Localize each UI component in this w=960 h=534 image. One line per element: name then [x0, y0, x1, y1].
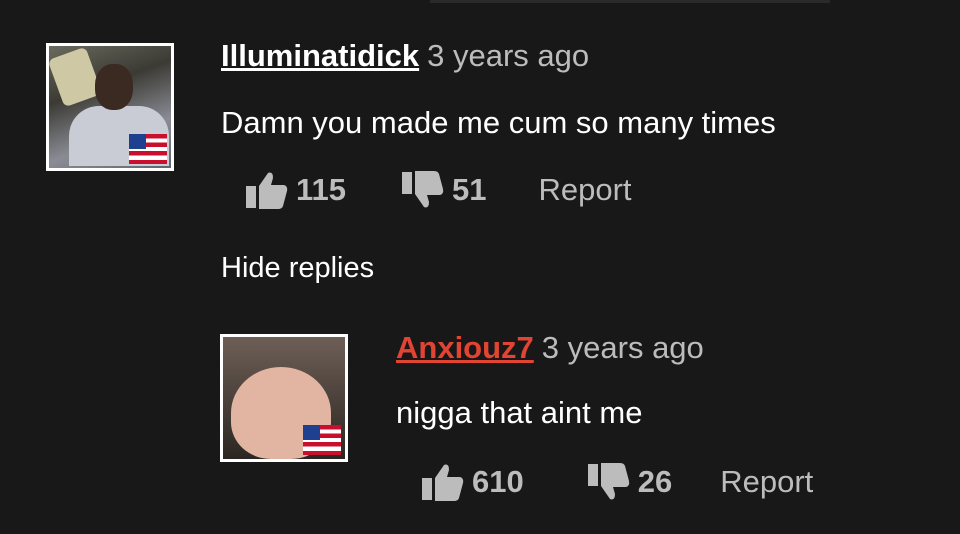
us-flag-icon — [303, 425, 341, 455]
dislike-count: 26 — [637, 464, 673, 499]
dislike-count: 51 — [452, 172, 487, 207]
face-shape — [95, 64, 133, 110]
like-count: 115 — [296, 172, 347, 207]
avatar-image — [223, 337, 345, 459]
username-link[interactable]: Illuminatidick — [221, 38, 419, 73]
thumbs-down-icon — [587, 463, 629, 500]
top-divider — [430, 0, 830, 3]
like-button[interactable]: 115 — [244, 170, 346, 210]
like-button[interactable]: 610 — [420, 462, 524, 502]
thumbs-up-icon — [246, 172, 288, 209]
dislike-button[interactable]: 51 — [400, 170, 487, 210]
reply-header: Anxiouz7 3 years ago — [396, 330, 704, 366]
avatar[interactable] — [46, 43, 174, 171]
reply-actions: 610 26 Report — [420, 462, 813, 502]
dislike-button[interactable]: 26 — [586, 462, 672, 502]
comment-text: Damn you made me cum so many times — [221, 105, 776, 140]
comment-actions: 115 51 Report — [244, 170, 632, 210]
reply-username-link[interactable]: Anxiouz7 — [396, 330, 534, 365]
thumbs-down-icon — [402, 171, 444, 208]
avatar-image — [49, 46, 171, 168]
reply-text: nigga that aint me — [396, 395, 643, 430]
report-link[interactable]: Report — [539, 172, 632, 208]
comment-time: 3 years ago — [427, 38, 590, 73]
thumbs-up-icon — [422, 464, 464, 501]
report-link[interactable]: Report — [720, 464, 813, 500]
reply-time: 3 years ago — [541, 330, 704, 365]
comment-header: Illuminatidick 3 years ago — [221, 38, 589, 74]
hide-replies-link[interactable]: Hide replies — [221, 252, 374, 285]
money-shape — [49, 46, 103, 108]
us-flag-icon — [129, 134, 167, 164]
like-count: 610 — [472, 464, 524, 499]
reply-avatar[interactable] — [220, 334, 348, 462]
